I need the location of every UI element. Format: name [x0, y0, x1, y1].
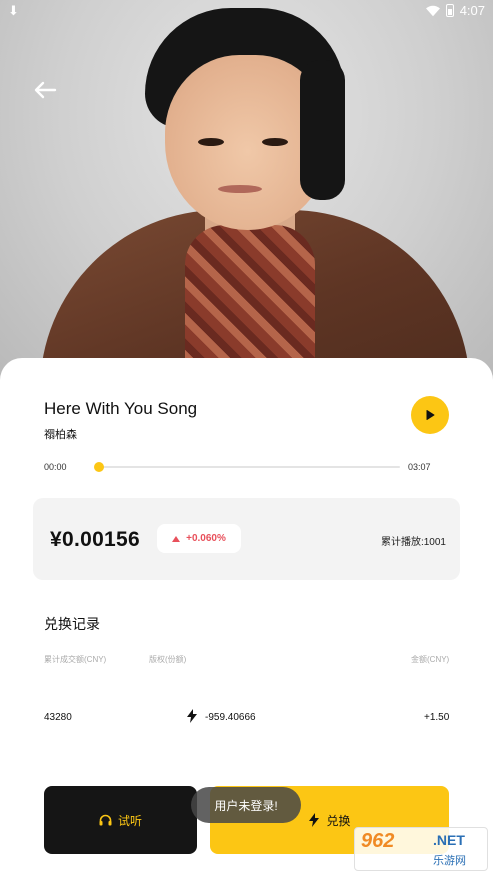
headphones-icon — [99, 814, 112, 826]
listen-button[interactable]: 试听 — [44, 786, 197, 854]
exchange-button-label: 兑换 — [326, 813, 351, 828]
lightning-icon — [187, 709, 197, 723]
artist-photo — [0, 0, 493, 380]
song-title: Here With You Song — [44, 399, 198, 418]
watermark-number: 962 — [361, 830, 395, 852]
records-title: 兑换记录 — [44, 616, 100, 632]
price-value: ¥0.00156 — [50, 528, 140, 551]
battery-icon — [445, 4, 454, 17]
toast-message: 用户未登录! — [191, 787, 301, 823]
back-arrow-icon[interactable] — [33, 80, 57, 100]
play-count: 累计播放:1001 — [380, 537, 446, 548]
play-icon — [426, 410, 435, 420]
record-amount: +1.50 — [424, 712, 450, 723]
play-button[interactable] — [411, 396, 449, 434]
download-icon: ⬇ — [8, 3, 19, 18]
column-header-amount: 金额(CNY) — [411, 655, 450, 664]
price-change-value: +0.060% — [186, 533, 226, 544]
current-time: 00:00 — [44, 462, 67, 472]
progress-knob[interactable] — [94, 462, 104, 472]
record-total: 43280 — [44, 712, 72, 723]
progress-track[interactable] — [98, 466, 400, 468]
watermark-net: .NET — [433, 832, 465, 848]
site-watermark: 962 .NET 乐游网 — [354, 827, 488, 871]
price-change-badge: +0.060% — [157, 524, 241, 553]
up-triangle-icon — [172, 535, 181, 542]
watermark-cn: 乐游网 — [433, 855, 466, 867]
record-shares: -959.40666 — [205, 712, 256, 723]
column-header-total: 累计成交额(CNY) — [44, 655, 107, 664]
status-bar: ⬇ 4:07 — [0, 0, 493, 22]
wifi-icon — [425, 5, 440, 16]
listen-button-label: 试听 — [117, 813, 142, 828]
artist-name: 禤柏森 — [44, 429, 77, 441]
clock: 4:07 — [459, 3, 485, 18]
column-header-shares: 版权(份额) — [149, 655, 187, 664]
lightning-icon — [309, 813, 320, 827]
duration: 03:07 — [408, 462, 431, 472]
